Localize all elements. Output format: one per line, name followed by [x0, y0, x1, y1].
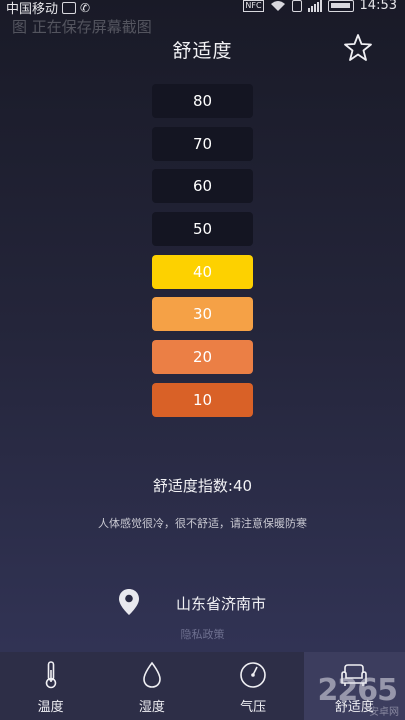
level-80[interactable]: 80 [152, 84, 253, 118]
level-10[interactable]: 10 [152, 382, 253, 417]
level-40[interactable]: 40 [152, 254, 253, 289]
screenshot-notice: 图 正在保存屏幕截图 [12, 18, 152, 36]
wifi-icon [270, 0, 285, 11]
tab-temperature[interactable]: 温度 [0, 652, 101, 720]
droplet-icon [143, 661, 161, 688]
level-70[interactable]: 70 [152, 126, 253, 161]
tab-pressure-label: 气压 [240, 700, 267, 715]
comfort-advice: 人体感觉很冷，很不舒适，请注意保暖防寒 [98, 517, 307, 530]
nfc-icon: NFC [243, 0, 264, 12]
star-icon [344, 34, 372, 61]
tab-humidity[interactable]: 湿度 [101, 652, 202, 720]
gallery-icon [62, 1, 77, 14]
signal-icon [307, 0, 322, 12]
carrier-label: 中国移动 [6, 2, 59, 17]
favorite-button[interactable] [343, 33, 373, 63]
status-bar: 中国移动 ✆ NFC 14:53 [0, 0, 405, 18]
location-name: 山东省济南市 [176, 595, 267, 613]
sofa-icon [341, 664, 368, 686]
tab-comfort[interactable]: 舒适度 [303, 652, 405, 720]
tab-temperature-label: 温度 [37, 700, 64, 715]
tab-humidity-label: 湿度 [138, 700, 165, 715]
tab-pressure[interactable]: 气压 [203, 652, 304, 720]
location-pin-icon [119, 589, 139, 615]
level-50[interactable]: 50 [152, 212, 253, 247]
status-right: NFC 14:53 [243, 0, 397, 13]
level-30[interactable]: 30 [152, 297, 253, 332]
status-left: 中国移动 ✆ [6, 0, 91, 18]
tab-comfort-label: 舒适度 [334, 700, 374, 715]
privacy-policy-link[interactable]: 隐私政策 [0, 626, 405, 642]
thermometer-icon [45, 661, 56, 689]
level-20[interactable]: 20 [152, 340, 253, 375]
clock-time: 14:53 [359, 0, 397, 13]
gauge-icon [240, 662, 266, 688]
battery-icon [327, 0, 354, 12]
bottom-nav: 温度 湿度 气压 舒适度 [0, 652, 405, 720]
comfort-index: 舒适度指数:40 [152, 477, 253, 495]
level-60[interactable]: 60 [152, 169, 253, 204]
comfort-level-scale: 80 70 60 50 40 30 20 10 [152, 84, 253, 426]
sim-icon [291, 0, 302, 12]
phone-icon: ✆ [80, 0, 91, 15]
